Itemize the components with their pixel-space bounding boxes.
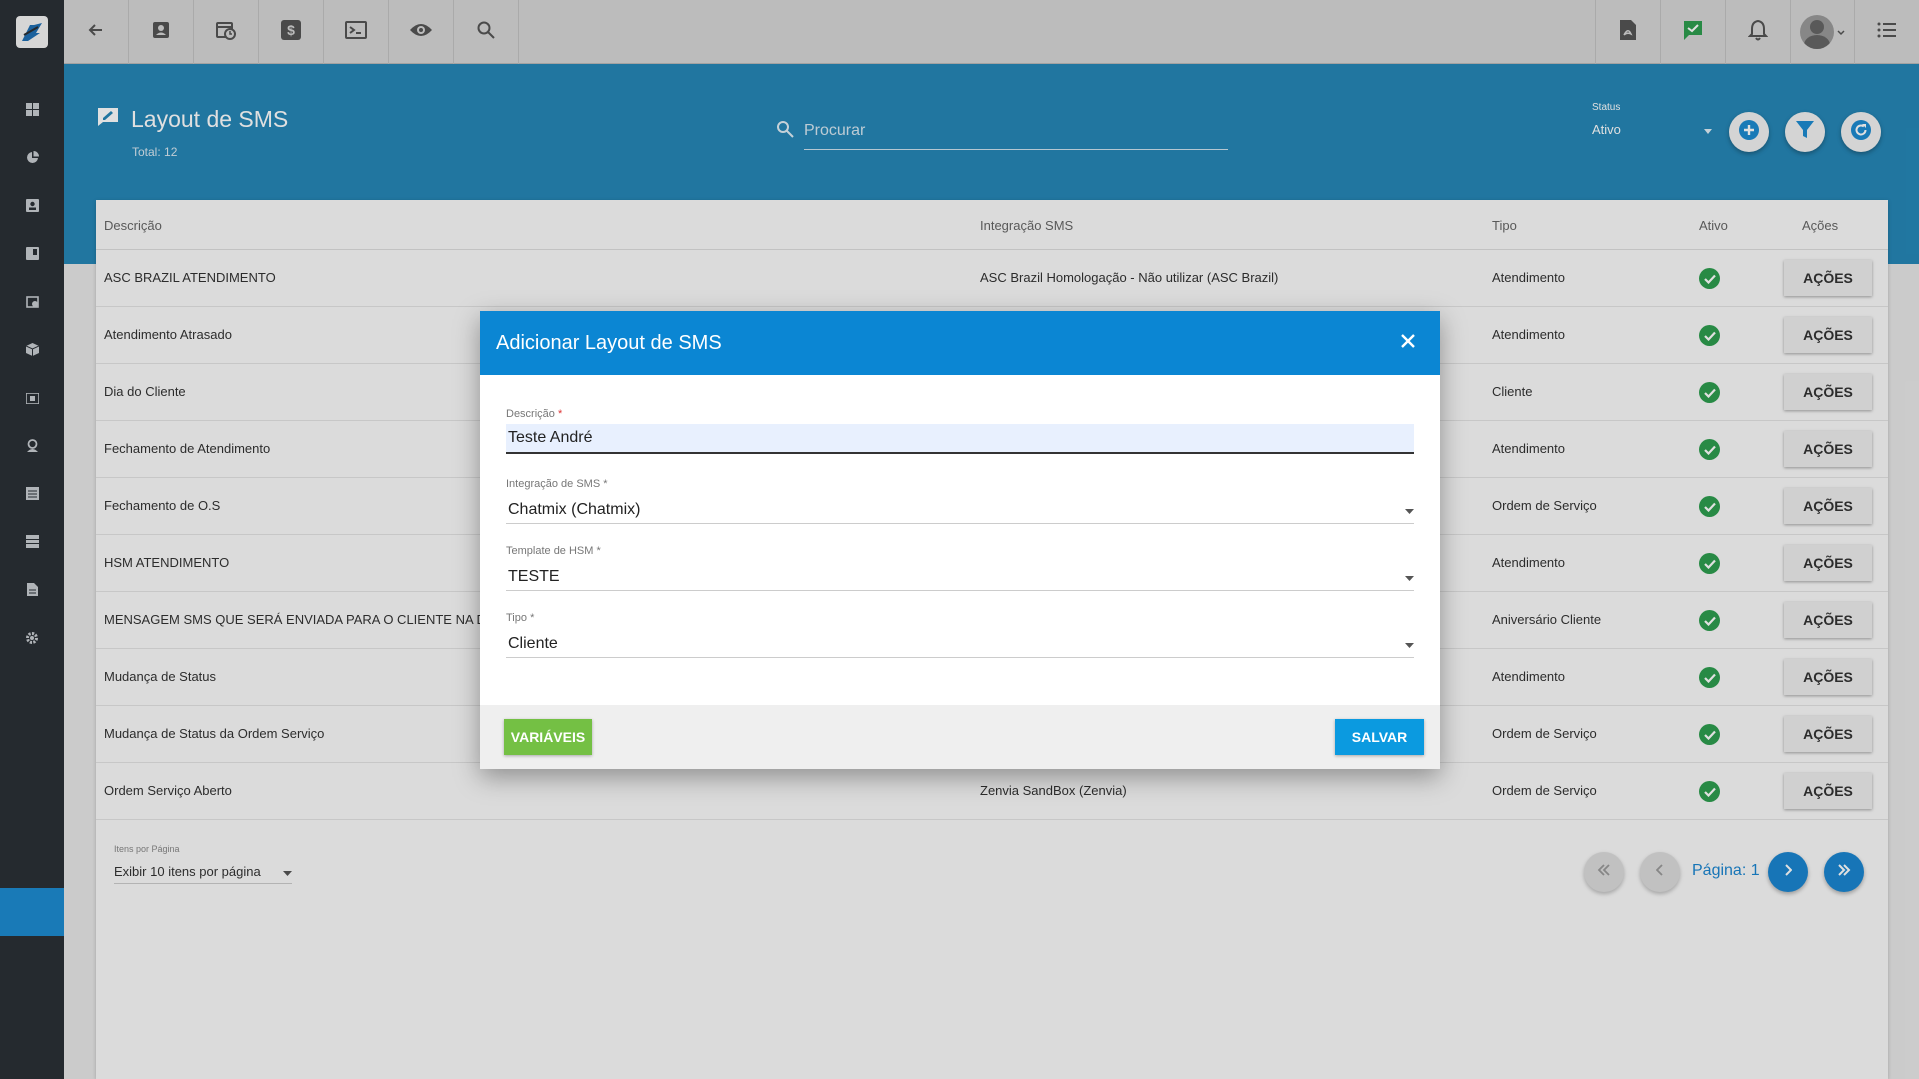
tipo-label-text: Tipo bbox=[506, 612, 527, 624]
template-label: Template de HSM * bbox=[506, 545, 1414, 557]
tipo-value: Cliente bbox=[508, 634, 558, 652]
integracao-value: Chatmix (Chatmix) bbox=[508, 500, 641, 518]
integracao-label-text: Integração de SMS bbox=[506, 478, 601, 490]
dropdown-arrow-icon bbox=[1405, 568, 1414, 586]
template-select[interactable]: TESTE bbox=[506, 563, 1414, 591]
add-sms-layout-dialog: Adicionar Layout de SMS Descrição * Inte… bbox=[480, 311, 1440, 769]
integracao-select[interactable]: Chatmix (Chatmix) bbox=[506, 496, 1414, 524]
integracao-label: Integração de SMS * bbox=[506, 478, 1414, 490]
required-mark: * bbox=[530, 612, 535, 624]
tipo-select[interactable]: Cliente bbox=[506, 630, 1414, 658]
template-value: TESTE bbox=[508, 567, 560, 585]
dialog-title: Adicionar Layout de SMS bbox=[496, 331, 722, 354]
descricao-field: Descrição * bbox=[506, 408, 1414, 454]
required-mark: * bbox=[603, 478, 608, 490]
required-mark: * bbox=[557, 408, 563, 420]
template-label-text: Template de HSM bbox=[506, 545, 594, 557]
tipo-field: Tipo * Cliente bbox=[506, 612, 1414, 658]
close-icon bbox=[1400, 333, 1416, 354]
dialog-footer: VARIÁVEIS SALVAR bbox=[480, 705, 1440, 769]
descricao-label-text: Descrição bbox=[506, 408, 555, 420]
tipo-label: Tipo * bbox=[506, 612, 1414, 624]
variaveis-button[interactable]: VARIÁVEIS bbox=[504, 719, 592, 755]
dropdown-arrow-icon bbox=[1405, 635, 1414, 653]
template-field: Template de HSM * TESTE bbox=[506, 545, 1414, 591]
dialog-header: Adicionar Layout de SMS bbox=[480, 311, 1440, 375]
descricao-label: Descrição * bbox=[506, 408, 1414, 420]
save-button[interactable]: SALVAR bbox=[1335, 719, 1424, 755]
required-mark: * bbox=[596, 545, 601, 557]
dropdown-arrow-icon bbox=[1405, 501, 1414, 519]
close-button[interactable] bbox=[1392, 327, 1424, 359]
integracao-field: Integração de SMS * Chatmix (Chatmix) bbox=[506, 478, 1414, 524]
descricao-input[interactable] bbox=[506, 424, 1414, 454]
